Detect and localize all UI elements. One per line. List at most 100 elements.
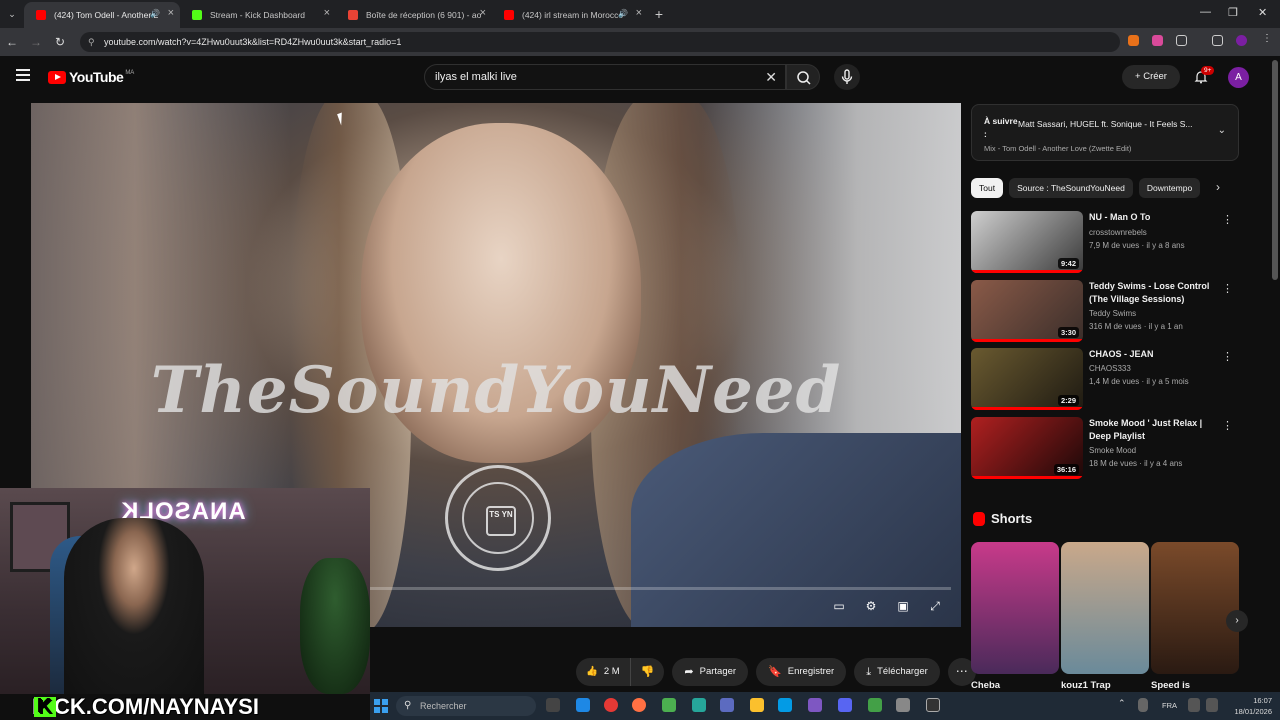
file-explorer-icon[interactable] [750,698,764,712]
more-options-icon[interactable]: ⋮ [1222,282,1233,295]
app-icon[interactable] [896,698,910,712]
minimize-icon[interactable]: — [1200,6,1211,18]
app-icon[interactable] [692,698,706,712]
volume-icon[interactable] [1206,698,1218,712]
video-thumbnail[interactable]: 3:30 [971,280,1083,342]
tab-gmail-inbox[interactable]: Boîte de réception (6 901) - ao × [336,2,492,28]
short-thumbnail[interactable] [971,542,1059,674]
app-icon[interactable] [926,698,940,712]
save-button[interactable]: 🔖 Enregistrer [756,658,847,686]
recommended-video[interactable]: 2:29 CHAOS - JEAN CHAOS333 1,4 M de vues… [971,348,1241,410]
app-icon[interactable] [720,698,734,712]
settings-gear-icon[interactable]: ⚙ [863,599,879,613]
short-thumbnail[interactable] [1061,542,1149,674]
tab-kick-dashboard[interactable]: Stream - Kick Dashboard × [180,2,336,28]
video-thumbnail[interactable]: 36:16 [971,417,1083,479]
account-avatar[interactable]: A [1228,67,1249,88]
clear-search-icon[interactable]: ✕ [765,65,777,89]
youtube-logo[interactable]: YouTube MA [48,69,134,85]
subtitles-icon[interactable]: ▭ [831,599,847,613]
short-title[interactable]: kouz1 Trap [1061,680,1111,691]
extension-icon[interactable] [1152,35,1163,46]
new-tab-button[interactable]: + [648,6,670,22]
recommended-video[interactable]: 36:16 Smoke Mood ' Just Relax | Deep Pla… [971,417,1241,479]
taskbar-search-input[interactable]: ⚲ Rechercher [396,696,536,716]
input-language[interactable]: FRA [1162,701,1177,710]
like-button[interactable]: 👍 2 M [576,658,631,686]
share-button[interactable]: ➦ Partager [672,658,749,686]
maximize-icon[interactable]: ❐ [1228,6,1238,19]
discord-icon[interactable] [838,698,852,712]
reading-list-icon[interactable] [1212,35,1223,46]
short-thumbnail[interactable] [1151,542,1239,674]
video-thumbnail[interactable]: 9:42 [971,211,1083,273]
video-title[interactable]: Teddy Swims - Lose Control (The Village … [1089,280,1221,306]
profile-avatar[interactable] [1236,35,1247,46]
site-info-icon[interactable]: ⚲ [88,32,95,52]
voice-search-button[interactable] [834,64,860,90]
shorts-next-icon[interactable]: › [1226,610,1248,632]
download-button[interactable]: ⤓ Télécharger [854,658,940,686]
video-title[interactable]: Smoke Mood ' Just Relax | Deep Playlist [1089,417,1221,443]
chip-all[interactable]: Tout [971,178,1004,198]
page-scrollbar[interactable] [1272,60,1278,280]
channel-name[interactable]: Smoke Mood [1089,446,1136,455]
windows-taskbar: ⚲ Rechercher ⌃ FRA 16:07 18/01/2026 [370,692,1280,720]
close-tab-icon[interactable]: × [168,7,174,19]
tab-youtube-tom-odell[interactable]: (424) Tom Odell - Another L 🔊 × [24,2,180,28]
app-icon[interactable] [808,698,822,712]
close-tab-icon[interactable]: × [636,7,642,19]
more-options-icon[interactable]: ⋮ [1222,419,1233,432]
forward-icon[interactable]: → [24,35,48,49]
dislike-button[interactable]: 👎 [631,658,665,686]
extensions-puzzle-icon[interactable] [1176,35,1187,46]
search-button[interactable] [786,64,820,90]
chip-source[interactable]: Source : TheSoundYouNeed [1009,178,1133,198]
tab-search-icon[interactable]: ⌄ [0,9,24,20]
recommended-video[interactable]: 3:30 Teddy Swims - Lose Control (The Vil… [971,280,1241,342]
video-title[interactable]: CHAOS - JEAN [1089,348,1221,361]
extension-icon[interactable] [1128,35,1139,46]
system-clock[interactable]: 16:07 18/01/2026 [1234,695,1272,717]
back-icon[interactable]: ← [0,35,24,49]
search-input[interactable]: ilyas el malki live ✕ [424,64,786,90]
app-icon[interactable] [778,698,792,712]
tray-overflow-icon[interactable]: ⌃ [1118,698,1128,712]
firefox-icon[interactable] [632,698,646,712]
short-title[interactable]: Speed is [1151,680,1190,691]
close-tab-icon[interactable]: × [324,7,330,19]
theater-mode-icon[interactable]: ▣ [895,599,911,613]
chrome-icon[interactable] [604,698,618,712]
speaker-icon[interactable]: 🔊 [618,9,628,18]
recommended-video[interactable]: 9:42 NU - Man O To crosstownrebels 7,9 M… [971,211,1241,273]
app-icon[interactable] [662,698,676,712]
edge-icon[interactable] [576,698,590,712]
browser-menu-icon[interactable]: ⋮ [1262,33,1273,44]
video-thumbnail[interactable]: 2:29 [971,348,1083,410]
create-button[interactable]: + Créer [1122,65,1180,89]
app-icon[interactable] [868,698,882,712]
speaker-icon[interactable]: 🔊 [150,9,160,18]
network-icon[interactable] [1188,698,1200,712]
more-options-icon[interactable]: ⋮ [1222,350,1233,363]
microphone-icon[interactable] [1138,698,1148,712]
reload-icon[interactable]: ↻ [48,35,72,49]
channel-name[interactable]: crosstownrebels [1089,228,1147,237]
close-tab-icon[interactable]: × [480,7,486,19]
playlist-up-next-panel[interactable]: À suivre : Matt Sassari, HUGEL ft. Soniq… [971,104,1239,161]
address-bar[interactable]: ⚲ youtube.com/watch?v=4ZHwu0uut3k&list=R… [80,32,1120,52]
channel-name[interactable]: CHAOS333 [1089,364,1131,373]
close-window-icon[interactable]: ✕ [1258,6,1267,19]
chevron-right-icon[interactable]: › [1216,180,1220,194]
task-view-icon[interactable] [546,698,560,712]
chevron-down-icon[interactable]: ⌄ [1218,125,1226,136]
windows-start-icon[interactable] [374,699,388,713]
more-options-icon[interactable]: ⋮ [1222,213,1233,226]
menu-hamburger-icon[interactable] [16,69,30,81]
fullscreen-icon[interactable]: ⤢ [927,599,943,613]
short-title[interactable]: Cheba [971,680,1000,691]
tab-youtube-irl-morocco[interactable]: (424) irl stream in Morocco 🔊 × [492,2,648,28]
channel-name[interactable]: Teddy Swims [1089,309,1136,318]
video-title[interactable]: NU - Man O To [1089,211,1221,224]
chip-downtempo[interactable]: Downtempo [1138,178,1201,198]
